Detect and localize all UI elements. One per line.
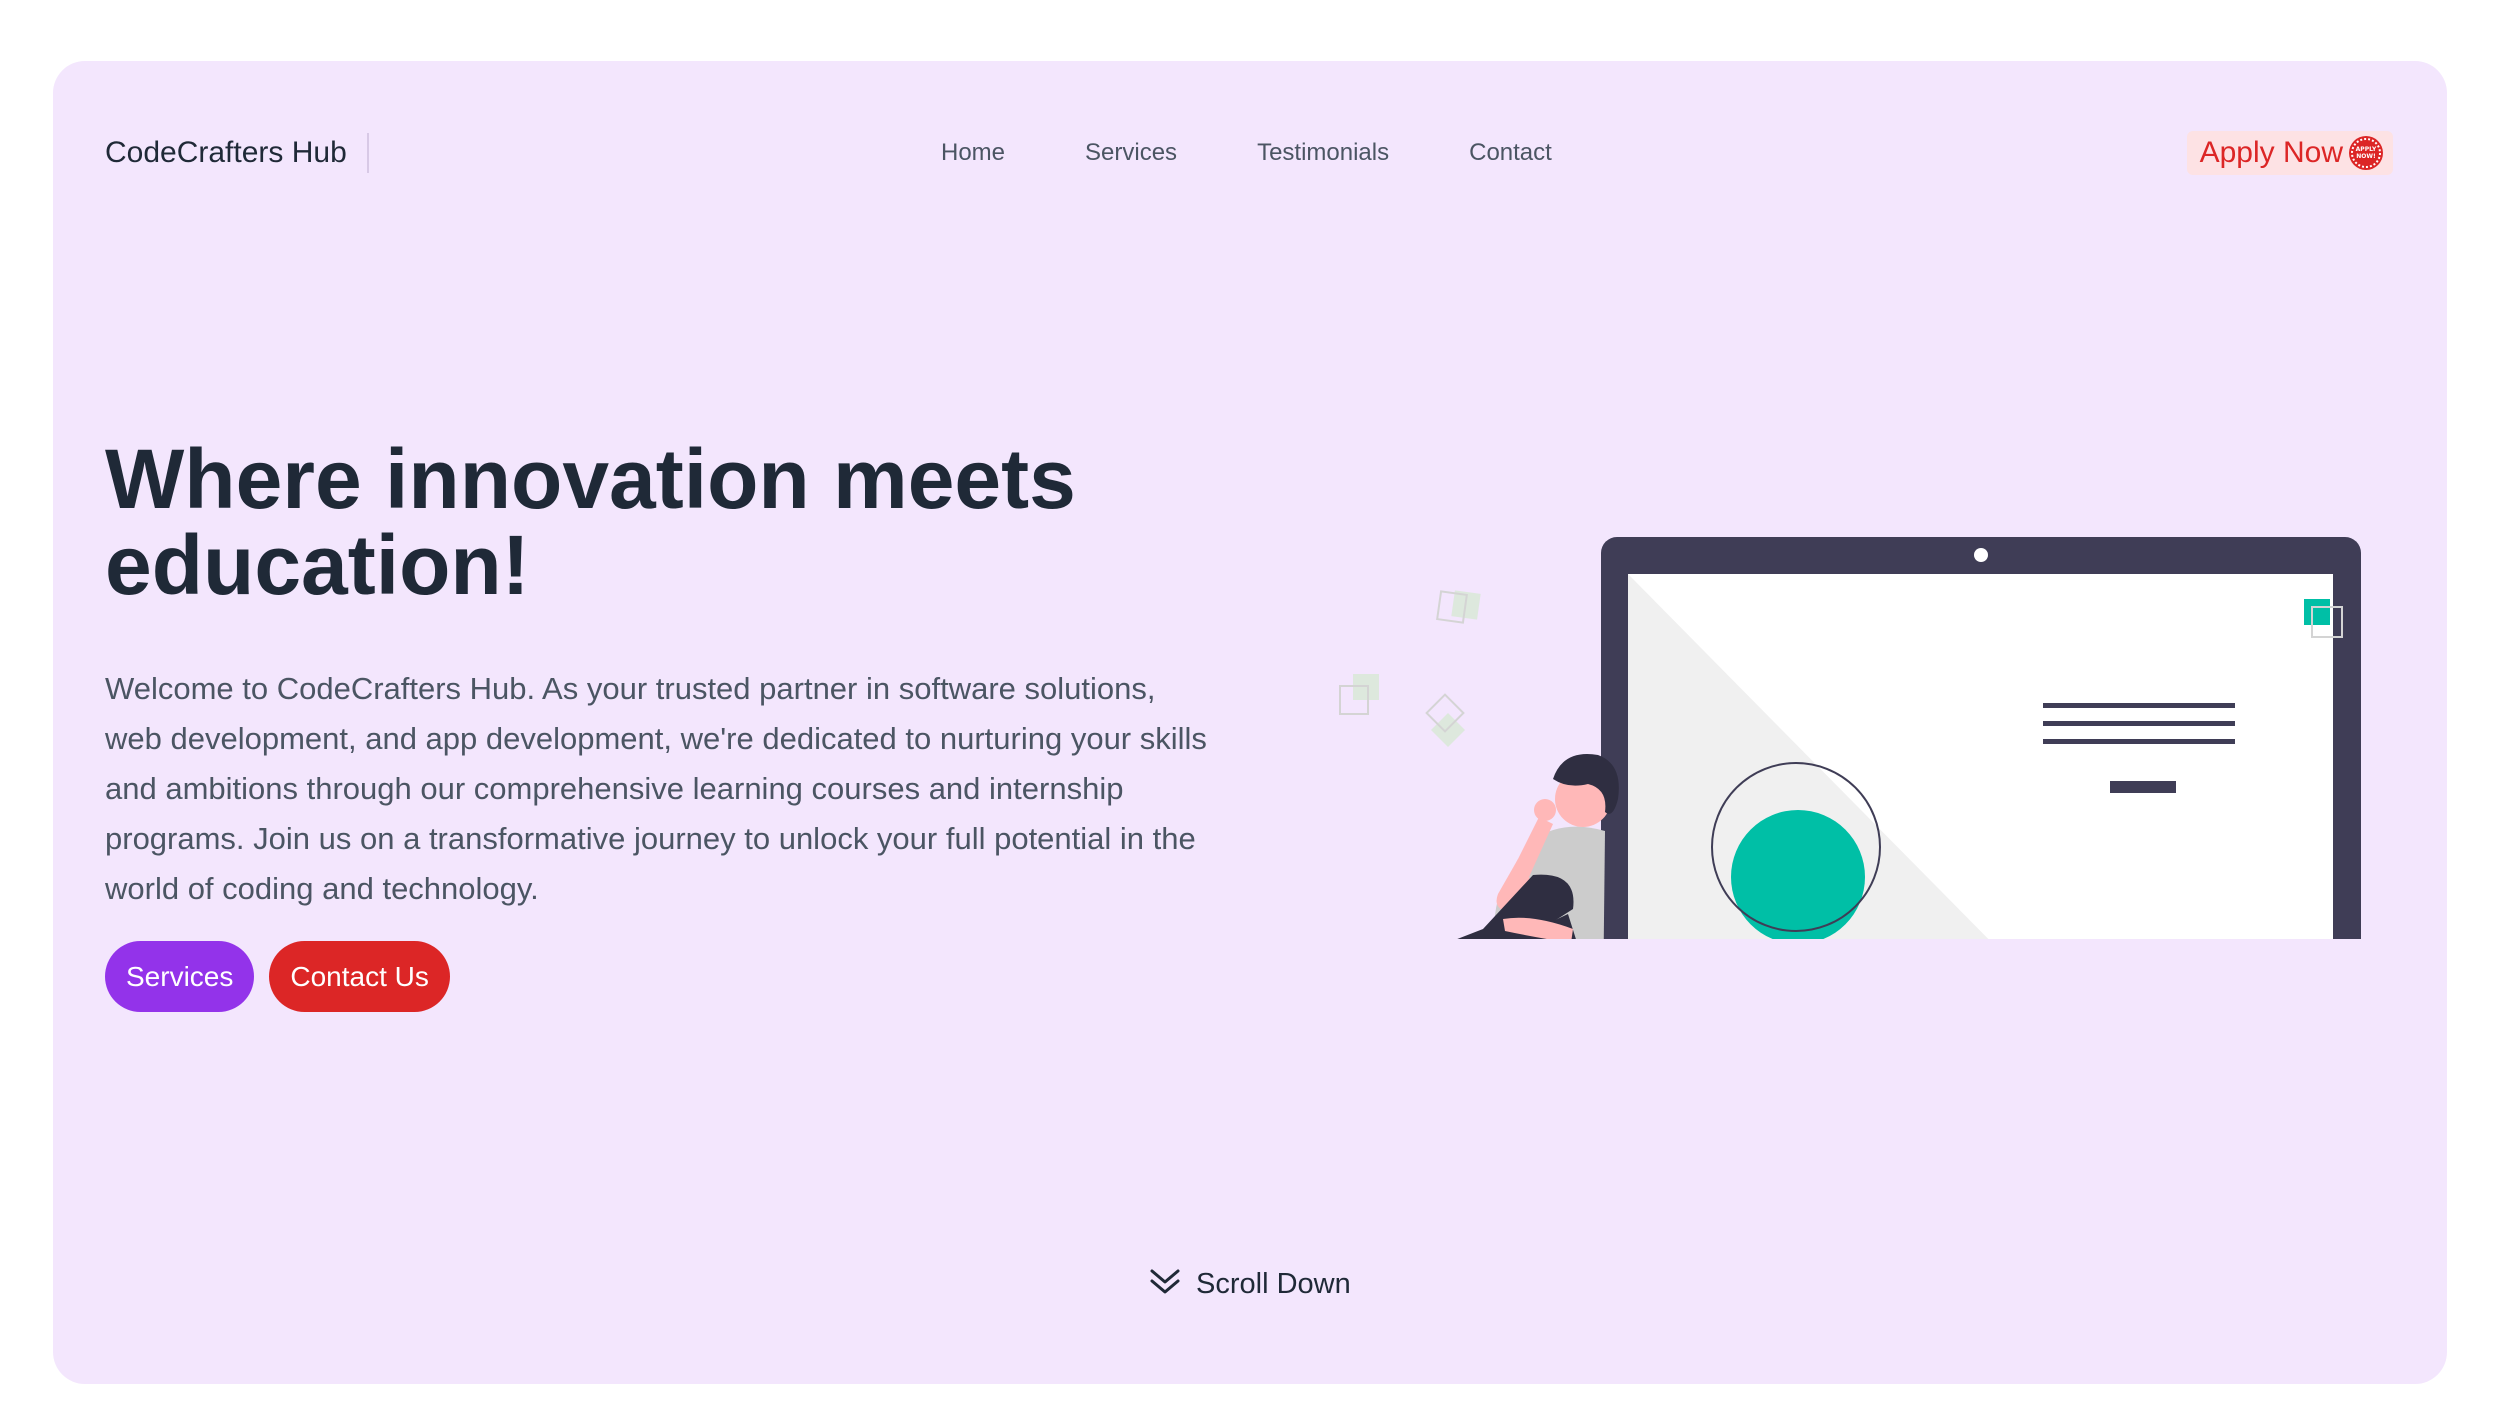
person-illustration [1457,754,1619,939]
scroll-down-link[interactable]: Scroll Down [1148,1267,1351,1302]
floating-squares-decoration [1339,590,1481,747]
laptop-illustration [1601,537,2361,939]
page: CodeCrafters Hub Home Services Testimoni… [0,0,2503,1417]
brand-logo[interactable]: CodeCrafters Hub [105,133,369,173]
hero-illustration [1339,537,2361,939]
nav-services-link[interactable]: Services [1085,135,1177,171]
hero-buttons: Services Contact Us [105,941,450,1012]
hero-title: Where innovation meets education! [105,432,1076,612]
svg-text:APPLY: APPLY [2356,146,2377,153]
apply-now-button[interactable]: Apply Now APPLY NOW! [2186,131,2393,175]
nav-home-link[interactable]: Home [941,135,1005,171]
hero-section: CodeCrafters Hub Home Services Testimoni… [53,61,2447,1384]
hero-description: Welcome to CodeCrafters Hub. As your tru… [105,671,1207,906]
double-chevron-down-icon [1148,1267,1182,1302]
scroll-down-label: Scroll Down [1196,1268,1351,1300]
svg-text:NOW!: NOW! [2356,153,2375,160]
apply-now-badge-icon: APPLY NOW! [2349,136,2383,170]
apply-now-label: Apply Now [2199,136,2343,169]
nav-testimonials-link[interactable]: Testimonials [1257,135,1389,171]
main-nav: Home Services Testimonials Contact [941,135,1632,171]
services-button[interactable]: Services [105,941,255,1012]
contact-us-button[interactable]: Contact Us [269,941,450,1012]
nav-contact-link[interactable]: Contact [1469,135,1552,171]
